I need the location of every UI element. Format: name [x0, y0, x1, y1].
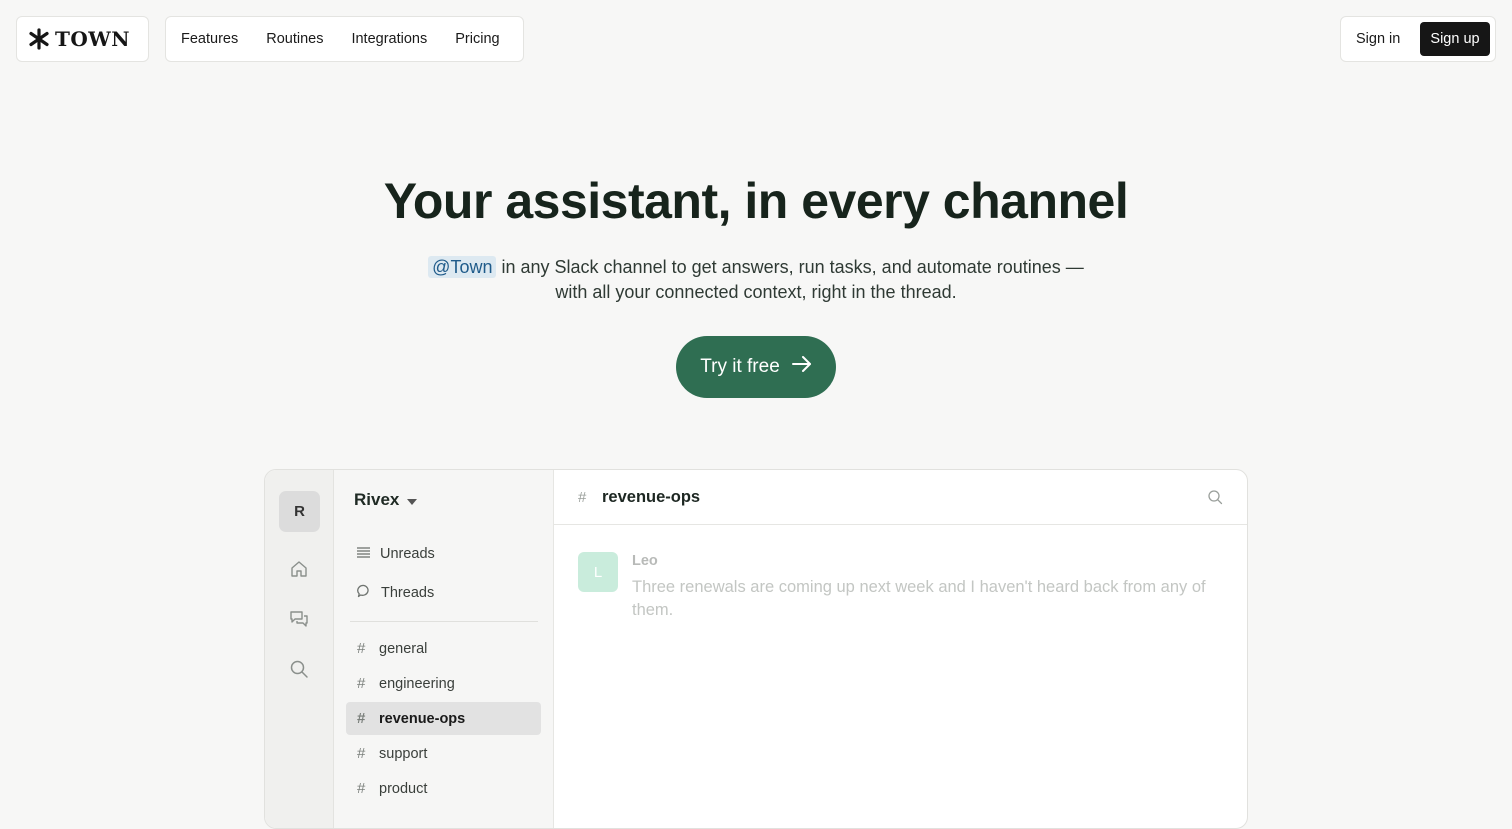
workspace-name: Rivex — [354, 490, 400, 509]
channel-item-revenue-ops[interactable]: # revenue-ops — [346, 702, 541, 735]
nav-link-pricing[interactable]: Pricing — [455, 31, 499, 47]
channel-label: revenue-ops — [379, 710, 466, 727]
sign-up-button[interactable]: Sign up — [1420, 22, 1490, 56]
hero-title: Your assistant, in every channel — [383, 173, 1129, 229]
asterisk-logo-icon — [27, 27, 51, 51]
search-icon[interactable] — [289, 659, 309, 679]
hero-subtitle: @Town in any Slack channel to get answer… — [0, 255, 1512, 305]
auth-group: Sign in Sign up — [1340, 16, 1496, 62]
subtitle-line-2: with all your connected context, right i… — [555, 282, 957, 302]
channel-header: # revenue-ops — [554, 470, 1247, 525]
hash-icon: # — [578, 488, 587, 506]
workspace-rail: R — [265, 470, 334, 828]
channel-sidebar: Rivex Unreads Threads # general # engine… — [334, 470, 554, 828]
nav-link-integrations[interactable]: Integrations — [351, 31, 427, 47]
messages-icon[interactable] — [289, 609, 309, 629]
hash-icon: # — [357, 710, 366, 727]
nav-link-routines[interactable]: Routines — [266, 31, 323, 47]
arrow-right-icon — [791, 356, 812, 378]
message-text: Three renewals are coming up next week a… — [632, 578, 1206, 619]
channel-search-icon[interactable] — [1207, 489, 1223, 505]
hash-icon: # — [357, 745, 366, 762]
channel-item-product[interactable]: # product — [346, 772, 541, 805]
channel-label: support — [379, 745, 428, 762]
home-icon[interactable] — [289, 559, 309, 579]
sign-in-link[interactable]: Sign in — [1356, 31, 1400, 47]
main-nav: Features Routines Integrations Pricing — [165, 16, 524, 62]
sidebar-item-label: Unreads — [380, 545, 435, 562]
sidebar-divider — [350, 621, 538, 622]
sidebar-item-threads[interactable]: Threads — [346, 576, 541, 609]
channel-label: engineering — [379, 675, 455, 692]
try-it-free-button[interactable]: Try it free — [676, 336, 836, 398]
hash-icon: # — [357, 675, 366, 692]
message-author: Leo — [632, 553, 658, 569]
list-icon — [357, 546, 370, 562]
app-preview: R Rivex Unreads Threads # general # engi… — [264, 469, 1248, 829]
brand-logo[interactable]: TOWN — [16, 16, 149, 62]
brand-name: TOWN — [55, 27, 131, 51]
sidebar-item-label: Threads — [381, 584, 435, 601]
channel-item-support[interactable]: # support — [346, 737, 541, 770]
channel-item-engineering[interactable]: # engineering — [346, 667, 541, 700]
workspace-avatar[interactable]: R — [279, 491, 320, 532]
chat-bubble-icon — [357, 584, 371, 602]
town-mention: @Town — [428, 256, 497, 278]
channel-title: revenue-ops — [602, 487, 701, 506]
cta-label: Try it free — [700, 356, 780, 377]
nav-link-features[interactable]: Features — [181, 31, 238, 47]
hash-icon: # — [357, 640, 366, 657]
channel-label: product — [379, 780, 428, 797]
channel-label: general — [379, 640, 428, 657]
avatar: L — [578, 552, 618, 592]
subtitle-line-1: in any Slack channel to get answers, run… — [501, 257, 1084, 277]
caret-down-icon — [407, 490, 418, 510]
hash-icon: # — [357, 780, 366, 797]
workspace-switcher[interactable]: Rivex — [354, 490, 418, 510]
sidebar-item-unreads[interactable]: Unreads — [346, 537, 541, 570]
channel-item-general[interactable]: # general — [346, 632, 541, 665]
